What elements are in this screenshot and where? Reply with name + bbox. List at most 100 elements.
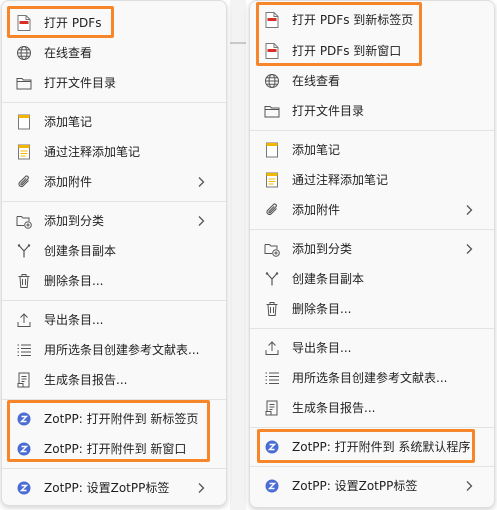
- menu-item-open-folder[interactable]: 打开文件目录: [250, 97, 494, 125]
- menu-item-add-to-collection[interactable]: 添加到分类: [2, 207, 226, 235]
- menu-item-generate-report[interactable]: 生成条目报告...: [250, 394, 494, 422]
- menu-item-label: ZotPP: 打开附件到 新窗口: [44, 442, 187, 456]
- report-icon: [264, 400, 280, 416]
- menu-item-generate-report[interactable]: 生成条目报告...: [2, 366, 226, 394]
- menu-item-label: 添加笔记: [292, 143, 341, 157]
- menu-separator: [2, 468, 226, 469]
- chevron-right-icon: [466, 205, 473, 215]
- menu-item-label: 添加附件: [292, 203, 341, 217]
- menu-item-zotpp-settings[interactable]: ZotPP: 设置ZotPP标签: [250, 472, 494, 500]
- menu-item-label: 添加到分类: [292, 242, 353, 256]
- menu-item-delete[interactable]: 删除条目...: [250, 295, 494, 323]
- chevron-right-icon: [466, 481, 473, 491]
- menu-separator: [250, 328, 494, 329]
- menu-separator: [2, 300, 226, 301]
- menu-item-label: ZotPP: 设置ZotPP标签: [292, 479, 418, 493]
- menu-item-open-folder[interactable]: 打开文件目录: [2, 69, 226, 97]
- chevron-right-icon: [198, 483, 205, 493]
- menu-item-duplicate[interactable]: 创建条目副本: [2, 237, 226, 265]
- menu-item-label: 生成条目报告...: [292, 401, 376, 415]
- menu-item-zotpp-open-new-window[interactable]: ZotPP: 打开附件到 新窗口: [2, 435, 226, 463]
- chevron-right-icon: [198, 177, 205, 187]
- trash-icon: [264, 301, 280, 317]
- menu-separator: [2, 102, 226, 103]
- menu-item-label: 添加附件: [44, 175, 93, 189]
- menu-item-create-bibliography[interactable]: 用所选条目创建参考文献表...: [250, 364, 494, 392]
- menu-item-label: 导出条目...: [44, 313, 104, 327]
- menu-separator: [2, 399, 226, 400]
- menu-item-label: ZotPP: 打开附件到 系统默认程序: [292, 440, 471, 454]
- duplicate-icon: [16, 243, 32, 259]
- note-icon: [264, 142, 280, 158]
- menu-item-open-pdfs-new-tab[interactable]: 打开 PDFs 到新标签页: [250, 6, 494, 34]
- menu-item-open-pdfs[interactable]: 打开 PDFs: [2, 9, 226, 37]
- menu-item-label: 在线查看: [44, 46, 93, 60]
- menu-separator: [2, 201, 226, 202]
- export-icon: [16, 312, 32, 328]
- menu-item-add-to-collection[interactable]: 添加到分类: [250, 235, 494, 263]
- paperclip-icon: [16, 174, 32, 190]
- menu-item-label: 打开 PDFs 到新标签页: [292, 13, 414, 27]
- menu-item-open-pdfs-new-window[interactable]: 打开 PDFs 到新窗口: [250, 37, 494, 65]
- pdf-icon: [16, 15, 32, 31]
- menu-item-label: 在线查看: [292, 74, 341, 88]
- bibliography-icon: [16, 342, 32, 358]
- annotation-note-icon: [16, 144, 32, 160]
- menu-separator: [250, 130, 494, 131]
- zotpp-icon: [16, 480, 32, 496]
- menu-item-zotpp-open-new-tab[interactable]: ZotPP: 打开附件到 新标签页: [2, 405, 226, 433]
- menu-item-create-bibliography[interactable]: 用所选条目创建参考文献表...: [2, 336, 226, 364]
- menu-item-label: 添加笔记: [44, 115, 93, 129]
- pdf-icon: [264, 43, 280, 59]
- background-gap: [230, 0, 246, 510]
- folder-icon: [264, 103, 280, 119]
- globe-icon: [16, 45, 32, 61]
- menu-item-duplicate[interactable]: 创建条目副本: [250, 265, 494, 293]
- note-icon: [16, 114, 32, 130]
- menu-separator: [250, 427, 494, 428]
- menu-item-label: 创建条目副本: [292, 272, 365, 286]
- add-collection-icon: [264, 241, 280, 257]
- menu-item-label: 打开 PDFs 到新窗口: [292, 44, 402, 58]
- zotpp-icon: [16, 411, 32, 427]
- bibliography-icon: [264, 370, 280, 386]
- menu-item-zotpp-open-default-app[interactable]: ZotPP: 打开附件到 系统默认程序: [250, 433, 494, 461]
- menu-item-view-online[interactable]: 在线查看: [2, 39, 226, 67]
- menu-item-label: 用所选条目创建参考文献表...: [44, 343, 200, 357]
- menu-item-label: 通过注释添加笔记: [44, 145, 141, 159]
- trash-icon: [16, 273, 32, 289]
- zotpp-icon: [16, 441, 32, 457]
- menu-separator: [250, 466, 494, 467]
- menu-item-add-note-from-annotations[interactable]: 通过注释添加笔记: [250, 166, 494, 194]
- chevron-right-icon: [198, 216, 205, 226]
- menu-item-add-attachment[interactable]: 添加附件: [2, 168, 226, 196]
- globe-icon: [264, 73, 280, 89]
- menu-item-label: ZotPP: 设置ZotPP标签: [44, 481, 170, 495]
- zotpp-icon: [264, 478, 280, 494]
- menu-item-delete[interactable]: 删除条目...: [2, 267, 226, 295]
- menu-item-zotpp-settings[interactable]: ZotPP: 设置ZotPP标签: [2, 474, 226, 502]
- zotpp-icon: [264, 439, 280, 455]
- menu-item-add-note-from-annotations[interactable]: 通过注释添加笔记: [2, 138, 226, 166]
- menu-item-export[interactable]: 导出条目...: [250, 334, 494, 362]
- menu-item-label: 打开文件目录: [292, 104, 365, 118]
- report-icon: [16, 372, 32, 388]
- menu-item-view-online[interactable]: 在线查看: [250, 67, 494, 95]
- menu-item-label: 用所选条目创建参考文献表...: [292, 371, 448, 385]
- menu-item-add-note[interactable]: 添加笔记: [2, 108, 226, 136]
- menu-item-label: 删除条目...: [292, 302, 352, 316]
- menu-item-add-attachment[interactable]: 添加附件: [250, 196, 494, 224]
- menu-item-export[interactable]: 导出条目...: [2, 306, 226, 334]
- menu-separator: [250, 229, 494, 230]
- background-line: [230, 42, 246, 44]
- export-icon: [264, 340, 280, 356]
- menu-item-label: 删除条目...: [44, 274, 104, 288]
- duplicate-icon: [264, 271, 280, 287]
- context-menu-right: 打开 PDFs 到新标签页 打开 PDFs 到新窗口 在线查看 打开文件目录 添…: [249, 0, 495, 508]
- paperclip-icon: [264, 202, 280, 218]
- menu-item-label: 导出条目...: [292, 341, 352, 355]
- menu-item-label: 添加到分类: [44, 214, 105, 228]
- chevron-right-icon: [466, 244, 473, 254]
- menu-item-add-note[interactable]: 添加笔记: [250, 136, 494, 164]
- menu-item-label: 通过注释添加笔记: [292, 173, 389, 187]
